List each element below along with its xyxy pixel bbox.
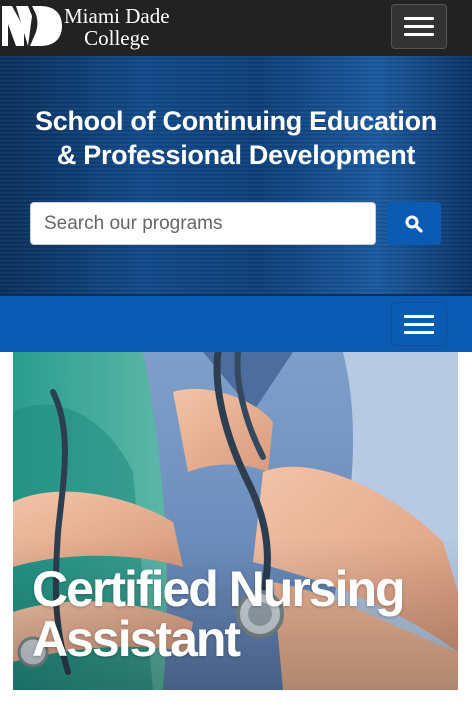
program-title-line-1: Certified Nursing — [32, 561, 406, 617]
program-title-line-2: Assistant — [32, 611, 241, 667]
logo-line-1: Miami Dade — [64, 4, 170, 28]
hamburger-icon — [404, 330, 434, 334]
site-menu-button[interactable] — [391, 4, 447, 49]
search-icon — [405, 215, 423, 233]
hamburger-icon — [404, 314, 434, 318]
page-title: School of Continuing Education & Profess… — [0, 104, 472, 172]
program-feature-image[interactable]: Certified Nursing Assistant — [13, 352, 458, 690]
search-button[interactable] — [387, 202, 441, 245]
hamburger-icon — [404, 17, 434, 20]
mdc-logo-icon[interactable] — [2, 6, 62, 46]
site-header: Miami Dade College — [0, 0, 472, 56]
logo-line-2: College — [84, 26, 150, 50]
program-title: Certified Nursing Assistant — [32, 564, 452, 664]
page-title-line-1: School of Continuing Education — [35, 106, 437, 136]
logo-wordmark[interactable]: Miami Dade College — [64, 5, 170, 49]
hamburger-icon — [404, 33, 434, 36]
search-input[interactable] — [30, 202, 376, 245]
section-nav — [0, 296, 472, 352]
section-menu-button[interactable] — [391, 302, 447, 346]
hero-banner: School of Continuing Education & Profess… — [0, 56, 472, 296]
page-title-line-2: & Professional Development — [56, 140, 416, 170]
hamburger-icon — [404, 322, 434, 326]
hamburger-icon — [404, 25, 434, 28]
